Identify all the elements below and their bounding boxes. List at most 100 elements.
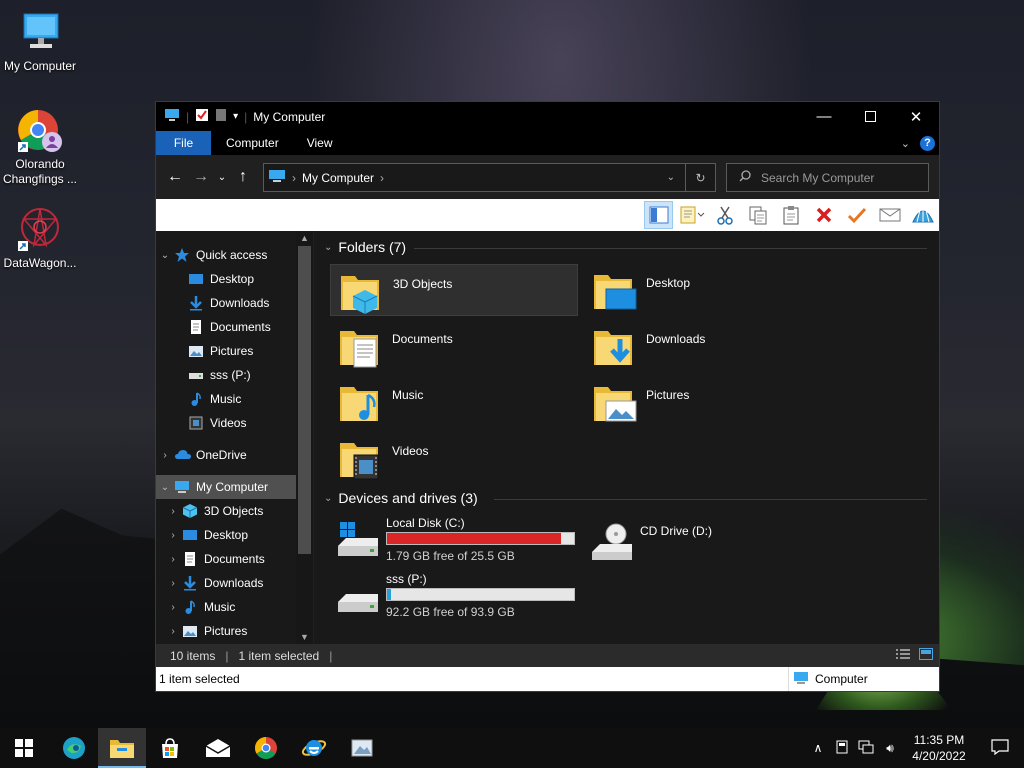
drives-group-header[interactable]: ⌄ Devices and drives (3) (324, 488, 478, 508)
properties-icon[interactable] (195, 108, 209, 125)
nav-quick-desktop[interactable]: Desktop 📌 (156, 267, 313, 291)
minimize-button[interactable]: — (801, 102, 847, 131)
clock[interactable]: 11:35 PM 4/20/2022 (902, 732, 976, 764)
tab-file[interactable]: File (156, 131, 211, 155)
expand-chevron-icon[interactable]: › (164, 554, 182, 565)
notifications-icon[interactable] (976, 738, 1024, 758)
app-icon[interactable] (338, 728, 386, 768)
back-button[interactable]: ← (162, 168, 188, 186)
help-icon[interactable]: ? (920, 135, 935, 151)
scroll-up-icon[interactable]: ▲ (296, 233, 313, 243)
preview-pane-icon[interactable] (677, 201, 706, 229)
nav-pc-downloads[interactable]: › Downloads (156, 571, 313, 595)
scroll-down-icon[interactable]: ▼ (296, 632, 313, 642)
expand-chevron-icon[interactable]: › (164, 626, 182, 637)
nav-onedrive[interactable]: › OneDrive (156, 443, 313, 467)
chrome-icon[interactable] (242, 728, 290, 768)
nav-pc-desktop[interactable]: › Desktop (156, 523, 313, 547)
folder-tile-downloads[interactable]: Downloads (584, 320, 832, 372)
forward-button[interactable]: → (188, 168, 214, 186)
nav-pc-music[interactable]: › Music (156, 595, 313, 619)
expand-chevron-icon[interactable]: ⌄ (156, 482, 174, 493)
paste-icon[interactable] (776, 201, 805, 229)
expand-chevron-icon[interactable]: ⌄ (156, 250, 174, 261)
email-icon[interactable] (875, 201, 904, 229)
search-box[interactable]: Search My Computer (726, 163, 929, 192)
address-bar[interactable]: › My Computer › ⌄ ↻ (263, 163, 716, 192)
drive-tile-d[interactable]: CD Drive (D:) (584, 516, 844, 568)
nav-label: Pictures (204, 624, 248, 638)
navigation-pane-icon[interactable] (644, 201, 673, 229)
internet-explorer-icon[interactable] (290, 728, 338, 768)
mail-icon[interactable] (194, 728, 242, 768)
tab-view[interactable]: View (293, 131, 347, 155)
nav-quick-documents[interactable]: Documents 📌 (156, 315, 313, 339)
folder-tile-videos[interactable]: Videos (330, 432, 578, 484)
folder-tile-music[interactable]: Music (330, 376, 578, 428)
navigation-pane[interactable]: ⌄ Quick access Desktop 📌 Downloads 📌 Doc… (156, 231, 313, 644)
nav-quick-sss-drive[interactable]: sss (P:) 📌 (156, 363, 313, 387)
folder-tile-pictures[interactable]: Pictures (584, 376, 832, 428)
nav-pc-pictures[interactable]: › Pictures (156, 619, 313, 643)
address-dropdown-icon[interactable]: ⌄ (667, 172, 675, 183)
new-folder-icon[interactable] (215, 108, 227, 125)
details-view-icon[interactable] (895, 648, 911, 663)
nav-pc-documents[interactable]: › Documents (156, 547, 313, 571)
folders-group-header[interactable]: ⌄ Folders (7) (324, 237, 406, 257)
customize-quick-access-icon[interactable]: ▾ (233, 111, 238, 122)
breadcrumb-my-computer[interactable]: My Computer (302, 171, 374, 185)
nav-quick-music[interactable]: Music (156, 387, 313, 411)
recent-locations-button[interactable]: ⌄ (214, 172, 230, 183)
properties-check-icon[interactable] (842, 201, 871, 229)
edge-icon[interactable] (50, 728, 98, 768)
start-button[interactable] (0, 728, 48, 768)
large-icons-view-icon[interactable] (919, 648, 933, 663)
expand-chevron-icon[interactable]: › (156, 450, 174, 461)
nav-my-computer[interactable]: ⌄ My Computer (156, 475, 313, 499)
show-hidden-icons-chevron-icon[interactable]: ∧ (806, 741, 830, 755)
folder-tile-3d-objects[interactable]: 3D Objects (330, 264, 578, 316)
drive-tile-p[interactable]: sss (P:) 92.2 GB free of 93.9 GB (330, 572, 590, 624)
breadcrumb-separator: › (292, 170, 296, 185)
expand-chevron-icon[interactable]: › (164, 578, 182, 589)
folder-tile-desktop[interactable]: Desktop (584, 264, 832, 316)
desktop-icon-chrome-shortcut[interactable]: Olorando Changfings ... (0, 106, 80, 187)
network-icon[interactable] (854, 740, 878, 757)
collapse-chevron-icon[interactable]: ⌄ (324, 493, 332, 504)
cut-icon[interactable] (710, 201, 739, 229)
nav-quick-access[interactable]: ⌄ Quick access (156, 243, 313, 267)
maximize-button[interactable] (847, 102, 893, 131)
tab-computer[interactable]: Computer (211, 131, 293, 155)
scrollbar-thumb[interactable] (298, 246, 311, 554)
desktop-folder-icon (592, 267, 638, 313)
nav-scrollbar[interactable]: ▲ ▼ (296, 231, 313, 644)
nav-quick-pictures[interactable]: Pictures 📌 (156, 339, 313, 363)
nav-quick-downloads[interactable]: Downloads 📌 (156, 291, 313, 315)
desktop-icon-datawagon-shortcut[interactable]: DataWagon... (0, 205, 80, 271)
nav-pc-3d-objects[interactable]: › 3D Objects (156, 499, 313, 523)
title-bar[interactable]: | ▾ | My Computer — ✕ (156, 102, 939, 131)
store-icon[interactable] (146, 728, 194, 768)
close-button[interactable]: ✕ (893, 102, 939, 131)
expand-chevron-icon[interactable]: › (164, 506, 182, 517)
refresh-icon[interactable]: ↻ (685, 164, 715, 191)
removable-drive-icon[interactable] (830, 740, 854, 757)
shell-icon[interactable] (908, 201, 937, 229)
drive-tile-c[interactable]: Local Disk (C:) 1.79 GB free of 25.5 GB (330, 516, 590, 568)
delete-icon[interactable] (809, 201, 838, 229)
zone-indicator: Computer (788, 667, 939, 691)
expand-chevron-icon[interactable]: › (164, 602, 182, 613)
folder-tile-documents[interactable]: Documents (330, 320, 578, 372)
file-explorer-icon[interactable] (98, 728, 146, 768)
nav-label: Documents (210, 320, 271, 334)
breadcrumb-separator[interactable]: › (380, 171, 384, 185)
volume-icon[interactable]: 🔊︎ (878, 741, 902, 756)
expand-chevron-icon[interactable]: › (164, 530, 182, 541)
collapse-chevron-icon[interactable]: ⌄ (324, 242, 332, 253)
content-pane[interactable]: ⌄ Folders (7) 3D Objects Desktop Documen… (313, 231, 939, 644)
nav-quick-videos[interactable]: Videos (156, 411, 313, 435)
up-button[interactable]: ↑ (230, 168, 256, 186)
desktop-icon-my-computer[interactable]: My Computer (0, 8, 80, 74)
expand-ribbon-icon[interactable]: ⌄ (901, 137, 910, 150)
copy-icon[interactable] (743, 201, 772, 229)
